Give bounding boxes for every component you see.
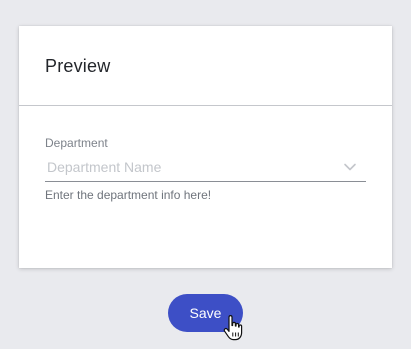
- card-header: Preview: [19, 26, 392, 106]
- department-select[interactable]: Department Name: [45, 157, 366, 182]
- department-label: Department: [45, 136, 108, 150]
- department-helper-text: Enter the department info here!: [45, 188, 212, 202]
- department-select-placeholder: Department Name: [47, 159, 162, 175]
- card-title: Preview: [45, 56, 111, 76]
- hand-pointer-cursor-icon: [223, 315, 243, 341]
- chevron-down-icon: [344, 163, 356, 171]
- preview-card: Preview Department Department Name Enter…: [19, 26, 392, 268]
- card-body: Department Department Name Enter the dep…: [19, 106, 392, 202]
- page: Preview Department Department Name Enter…: [0, 0, 411, 349]
